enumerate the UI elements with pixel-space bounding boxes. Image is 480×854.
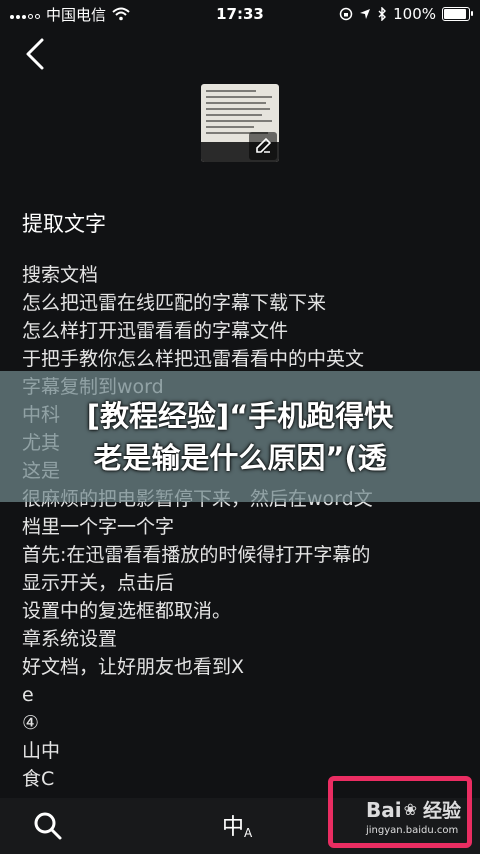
text-line: 档里一个字一个字 [22, 516, 175, 538]
translate-button[interactable]: 中 A [222, 810, 262, 842]
text-line: 显示开关，点击后 [22, 572, 175, 594]
edit-icon [256, 137, 272, 153]
text-line: 搜索文档 [22, 264, 99, 286]
watermark-brand: Bai ❀ 经验 [366, 796, 478, 823]
back-arrow-icon[interactable] [18, 36, 54, 72]
section-title: 提取文字 [22, 212, 106, 236]
battery-fill [444, 9, 466, 19]
lock-rotation-icon [339, 7, 353, 21]
battery-icon [442, 7, 473, 21]
text-line: 设置中的复选框都取消。 [22, 600, 232, 622]
watermark-brand-a: Bai [366, 797, 402, 822]
battery-percent: 100% [393, 5, 436, 23]
text-line: 首先:在迅雷看看播放的时候得打开字幕的 [22, 544, 371, 566]
watermark-url: jingyan.baidu.com [366, 825, 459, 836]
carrier-label: 中国电信 [46, 5, 107, 24]
overlay-line-1: [教程经验]“手机跑得快 [86, 398, 394, 433]
overlay-banner: [教程经验]“手机跑得快 老是输是什么原因”(透 [0, 371, 480, 502]
text-line: e [22, 684, 34, 706]
status-left: 中国电信 [10, 4, 130, 25]
search-icon[interactable] [32, 810, 64, 842]
overlay-line-2: 老是输是什么原因”(透 [93, 440, 387, 475]
location-icon [360, 9, 371, 19]
edit-button[interactable] [249, 132, 277, 160]
baidu-watermark: Bai ❀ 经验 jingyan.baidu.com [366, 796, 478, 842]
signal-icon [10, 9, 40, 19]
text-line: 怎么把迅雷在线匹配的字幕下载下来 [22, 292, 327, 314]
text-line: 怎么样打开迅雷看看的字幕文件 [22, 320, 289, 342]
extracted-text[interactable]: 搜索文档怎么把迅雷在线匹配的字幕下载下来 怎么样打开迅雷看看的字幕文件于把手教你怎… [22, 261, 472, 821]
status-bar: 中国电信 17:33 100% [0, 0, 480, 28]
translate-icon-char: 中 [222, 815, 245, 840]
text-line: 于把手教你怎么样把迅雷看看中的中英文 [22, 348, 365, 370]
paw-icon: ❀ [403, 800, 418, 819]
wifi-icon [112, 7, 130, 21]
watermark-jingyan: 经验 [423, 800, 462, 822]
translate-icon-sub: A [244, 826, 253, 840]
bluetooth-icon [378, 7, 387, 21]
document-thumbnail[interactable] [201, 84, 279, 162]
text-line: 山中 [22, 740, 61, 762]
status-right: 100% [339, 5, 473, 23]
text-line: ④ [22, 712, 40, 734]
text-line: 章系统设置 [22, 628, 118, 650]
text-line: 好文档，让好朋友也看到X [22, 656, 245, 678]
